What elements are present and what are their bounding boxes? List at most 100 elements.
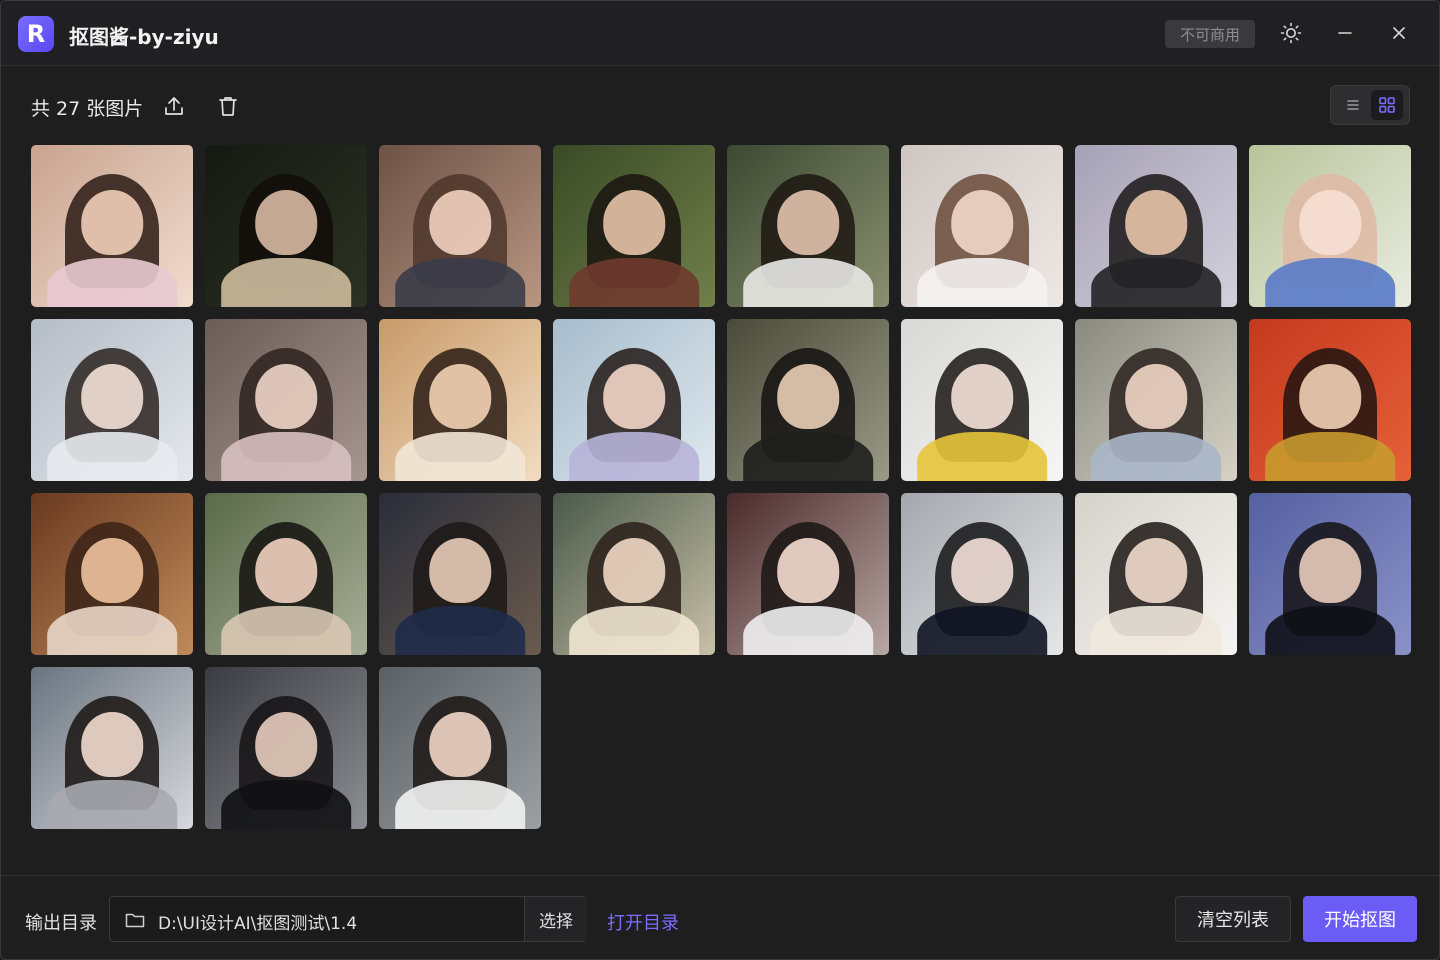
photo-subject-body — [221, 258, 351, 307]
photo-subject-body — [1265, 432, 1395, 481]
photo-subject-body — [1265, 258, 1395, 307]
photo-subject-face — [777, 364, 839, 430]
photo-subject-face — [1125, 190, 1187, 256]
photo-subject-face — [255, 538, 317, 604]
image-thumbnail[interactable] — [205, 493, 367, 655]
image-thumbnail[interactable] — [379, 493, 541, 655]
photo-subject-face — [603, 190, 665, 256]
photo-subject-face — [1299, 538, 1361, 604]
photo-subject-face — [1125, 538, 1187, 604]
image-thumbnail[interactable] — [901, 493, 1063, 655]
image-grid — [31, 145, 1411, 829]
photo-subject-body — [1091, 606, 1221, 655]
photo-subject-body — [1091, 432, 1221, 481]
image-thumbnail[interactable] — [1075, 319, 1237, 481]
sun-icon[interactable] — [1275, 17, 1307, 49]
photo-subject-face — [429, 190, 491, 256]
photo-subject-body — [569, 606, 699, 655]
start-matting-button[interactable]: 开始抠图 — [1303, 896, 1417, 942]
photo-subject-body — [917, 606, 1047, 655]
photo-subject-body — [221, 432, 351, 481]
photo-subject-face — [1299, 190, 1361, 256]
photo-subject-body — [221, 780, 351, 829]
photo-subject-face — [429, 712, 491, 778]
output-dir-label: 输出目录 — [25, 913, 97, 934]
license-badge: 不可商用 — [1165, 20, 1255, 48]
list-view-icon[interactable] — [1337, 90, 1369, 120]
image-thumbnail[interactable] — [553, 319, 715, 481]
image-thumbnail[interactable] — [379, 319, 541, 481]
image-thumbnail[interactable] — [1249, 493, 1411, 655]
photo-subject-face — [255, 190, 317, 256]
photo-subject-face — [81, 364, 143, 430]
photo-subject-face — [81, 190, 143, 256]
photo-subject-body — [221, 606, 351, 655]
output-path-field[interactable]: D:\UI设计AI\抠图测试\1.4 选择 — [109, 896, 587, 942]
app-title: 抠图酱-by-ziyu — [69, 25, 219, 49]
photo-subject-face — [429, 538, 491, 604]
image-thumbnail[interactable] — [379, 145, 541, 307]
image-thumbnail[interactable] — [553, 145, 715, 307]
toolbar: 共 27 张图片 — [1, 67, 1439, 143]
footer-bar: 输出目录 D:\UI设计AI\抠图测试\1.4 选择 打开目录 清空列表 开始抠… — [1, 875, 1439, 959]
photo-subject-body — [47, 780, 177, 829]
image-thumbnail[interactable] — [727, 319, 889, 481]
close-icon[interactable] — [1383, 17, 1415, 49]
photo-subject-face — [951, 364, 1013, 430]
photo-subject-body — [395, 780, 525, 829]
folder-icon — [124, 909, 146, 931]
image-thumbnail[interactable] — [1075, 493, 1237, 655]
view-mode-toggle — [1330, 85, 1410, 125]
image-thumbnail[interactable] — [31, 319, 193, 481]
grid-view-icon[interactable] — [1371, 90, 1403, 120]
image-thumbnail[interactable] — [727, 145, 889, 307]
image-thumbnail[interactable] — [205, 319, 367, 481]
photo-subject-body — [395, 606, 525, 655]
choose-dir-button[interactable]: 选择 — [524, 897, 587, 941]
photo-subject-body — [917, 258, 1047, 307]
clear-list-button[interactable]: 清空列表 — [1175, 896, 1291, 942]
image-thumbnail[interactable] — [901, 319, 1063, 481]
photo-subject-face — [255, 364, 317, 430]
image-thumbnail[interactable] — [205, 145, 367, 307]
photo-subject-body — [743, 432, 873, 481]
output-path-text: D:\UI设计AI\抠图测试\1.4 — [158, 914, 358, 934]
photo-subject-body — [743, 258, 873, 307]
image-thumbnail[interactable] — [1249, 145, 1411, 307]
photo-subject-body — [743, 606, 873, 655]
photo-subject-face — [777, 538, 839, 604]
photo-subject-body — [395, 258, 525, 307]
image-thumbnail[interactable] — [901, 145, 1063, 307]
photo-subject-body — [395, 432, 525, 481]
photo-subject-body — [47, 432, 177, 481]
photo-subject-face — [255, 712, 317, 778]
photo-subject-face — [81, 538, 143, 604]
image-thumbnail[interactable] — [553, 493, 715, 655]
photo-subject-face — [1125, 364, 1187, 430]
photo-subject-face — [951, 538, 1013, 604]
image-thumbnail[interactable] — [727, 493, 889, 655]
app-window: R 抠图酱-by-ziyu 不可商用 共 27 张图片 输出目录 D:\UI设计… — [0, 0, 1440, 960]
title-bar[interactable]: R 抠图酱-by-ziyu 不可商用 — [1, 1, 1439, 66]
photo-subject-face — [951, 190, 1013, 256]
photo-subject-face — [777, 190, 839, 256]
image-thumbnail[interactable] — [31, 493, 193, 655]
photo-subject-body — [569, 258, 699, 307]
image-thumbnail[interactable] — [1075, 145, 1237, 307]
image-thumbnail[interactable] — [205, 667, 367, 829]
open-dir-link[interactable]: 打开目录 — [607, 909, 679, 935]
image-thumbnail[interactable] — [31, 145, 193, 307]
upload-icon[interactable] — [159, 91, 189, 121]
photo-subject-body — [47, 258, 177, 307]
photo-subject-face — [603, 364, 665, 430]
photo-subject-body — [569, 432, 699, 481]
image-thumbnail[interactable] — [31, 667, 193, 829]
image-thumbnail[interactable] — [1249, 319, 1411, 481]
photo-subject-face — [429, 364, 491, 430]
image-thumbnail[interactable] — [379, 667, 541, 829]
trash-icon[interactable] — [213, 91, 243, 121]
app-logo: R — [18, 16, 54, 52]
minimize-icon[interactable] — [1329, 17, 1361, 49]
photo-subject-body — [47, 606, 177, 655]
photo-subject-body — [917, 432, 1047, 481]
